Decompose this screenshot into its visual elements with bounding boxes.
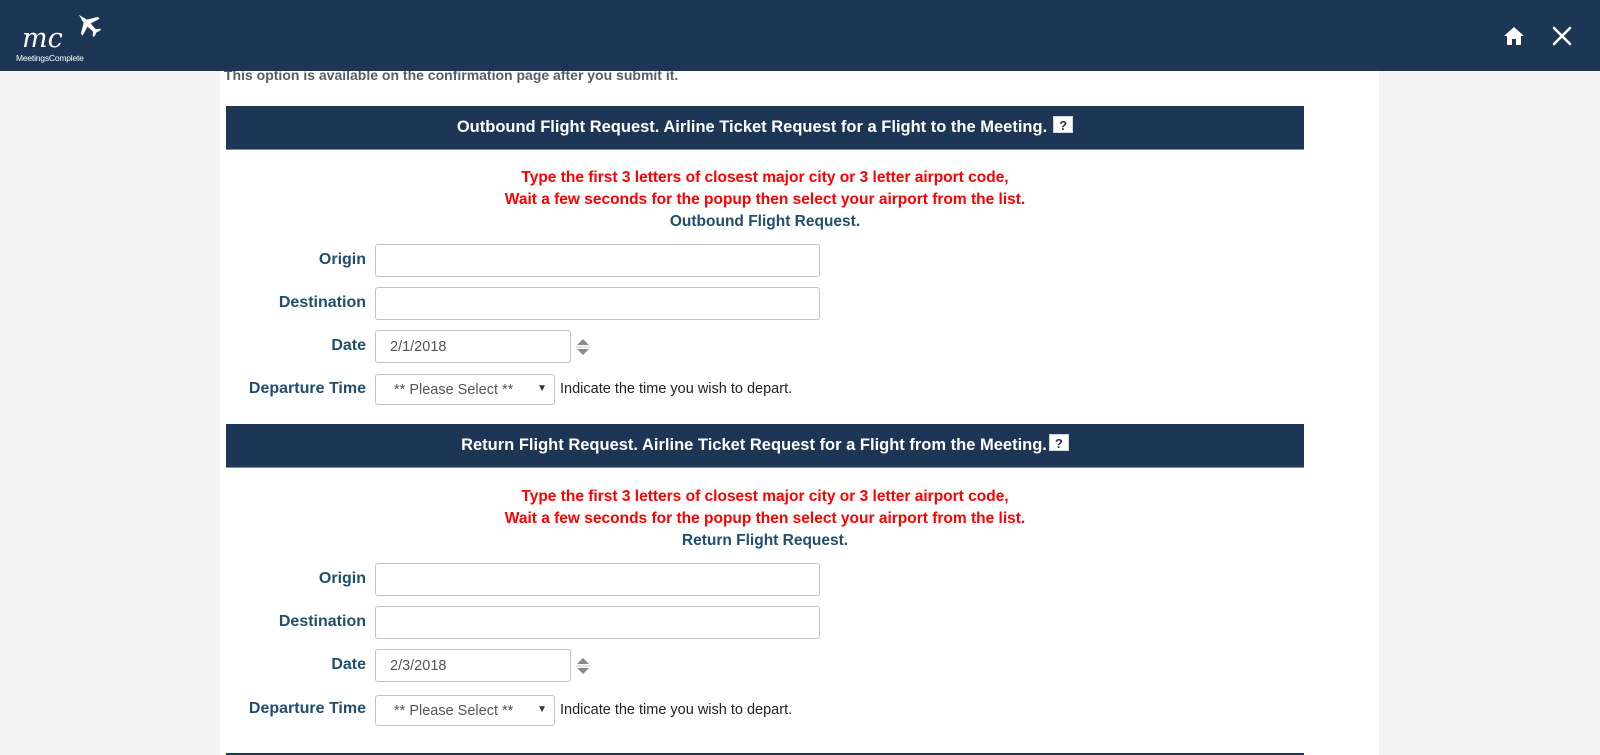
return-departure-selected: ** Please Select ** — [394, 702, 514, 719]
return-destination-label: Destination — [278, 613, 366, 630]
outbound-instruction-line2: Wait a few seconds for the popup then se… — [504, 191, 1026, 208]
return-help-icon[interactable]: ? — [1048, 433, 1069, 451]
outbound-destination-label: Destination — [278, 294, 366, 311]
return-subtitle: Return Flight Request. — [681, 532, 849, 549]
outbound-instructions: Type the first 3 letters of closest majo… — [226, 167, 1304, 233]
meetingscomplete-logo[interactable]: mc MeetingsComplete — [14, 10, 106, 64]
chevron-down-icon: ▼ — [537, 704, 547, 715]
home-icon[interactable] — [1502, 24, 1526, 48]
outbound-departure-selected: ** Please Select ** — [394, 381, 514, 398]
chevron-down-icon: ▼ — [537, 383, 547, 394]
return-date-label: Date — [331, 656, 366, 673]
return-section-header: Return Flight Request. Airline Ticket Re… — [226, 424, 1304, 468]
top-bar: mc MeetingsComplete — [0, 0, 1600, 71]
outbound-departure-label: Departure Time — [248, 380, 366, 397]
return-departure-select[interactable]: ** Please Select ** ▼ — [375, 695, 555, 726]
outbound-date-spinner-icon[interactable] — [575, 337, 591, 357]
return-date-input[interactable] — [375, 649, 571, 682]
outbound-instruction-line1: Type the first 3 letters of closest majo… — [521, 169, 1009, 186]
outbound-section-title: Outbound Flight Request. Airline Ticket … — [456, 118, 1048, 136]
return-departure-label: Departure Time — [248, 700, 366, 717]
return-date-spinner-icon[interactable] — [575, 656, 591, 676]
return-departure-hint: Indicate the time you wish to depart. — [560, 702, 793, 718]
return-origin-label: Origin — [318, 570, 366, 587]
outbound-date-input[interactable] — [375, 330, 571, 363]
return-instruction-line2: Wait a few seconds for the popup then se… — [504, 510, 1026, 527]
return-instructions: Type the first 3 letters of closest majo… — [226, 486, 1304, 552]
plane-logo-icon: mc — [22, 14, 102, 54]
outbound-subtitle: Outbound Flight Request. — [669, 213, 861, 230]
logo-text: MeetingsComplete — [16, 53, 84, 63]
outbound-section-header: Outbound Flight Request. Airline Ticket … — [226, 106, 1304, 150]
logo-mark: mc — [22, 23, 63, 54]
close-icon[interactable] — [1550, 24, 1574, 48]
return-destination-input[interactable] — [375, 606, 820, 639]
outbound-origin-input[interactable] — [375, 244, 820, 277]
return-instruction-line1: Type the first 3 letters of closest majo… — [521, 488, 1009, 505]
outbound-departure-select[interactable]: ** Please Select ** ▼ — [375, 374, 555, 405]
return-origin-input[interactable] — [375, 563, 820, 596]
return-section-title: Return Flight Request. Airline Ticket Re… — [461, 436, 1047, 454]
outbound-departure-hint: Indicate the time you wish to depart. — [560, 381, 793, 397]
outbound-origin-label: Origin — [318, 251, 366, 268]
outbound-date-label: Date — [331, 337, 366, 354]
main-content: This option is available on the confirma… — [220, 0, 1379, 755]
outbound-destination-input[interactable] — [375, 287, 820, 320]
outbound-help-icon[interactable]: ? — [1053, 115, 1074, 133]
